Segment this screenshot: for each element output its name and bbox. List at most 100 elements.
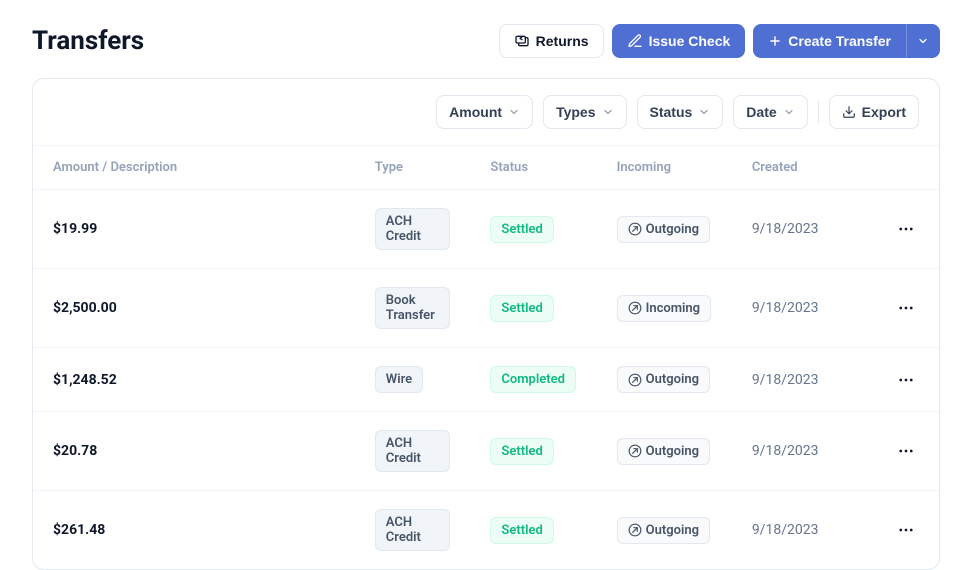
direction-badge: Incoming	[617, 295, 711, 322]
export-label: Export	[862, 104, 906, 120]
direction-badge: Outgoing	[617, 216, 710, 243]
table-row[interactable]: $1,248.52 Wire Completed Outgoing 9/18/2…	[33, 348, 939, 412]
cell-created: 9/18/2023	[732, 190, 873, 269]
col-header-type: Type	[355, 146, 471, 190]
direction-badge: Outgoing	[617, 517, 710, 544]
filter-amount-label: Amount	[449, 104, 502, 120]
table-row[interactable]: $2,500.00 Book Transfer Settled Incoming…	[33, 269, 939, 348]
cell-actions	[873, 190, 939, 269]
arrow-icon	[628, 222, 642, 236]
cell-status: Settled	[470, 190, 596, 269]
col-header-actions	[873, 146, 939, 190]
cell-status: Settled	[470, 412, 596, 491]
create-transfer-button[interactable]: Create Transfer	[753, 24, 906, 58]
create-transfer-group: Create Transfer	[753, 24, 940, 58]
chevron-down-icon	[783, 106, 795, 118]
direction-badge: Outgoing	[617, 438, 710, 465]
cell-direction: Incoming	[597, 269, 732, 348]
cell-actions	[873, 348, 939, 412]
create-transfer-label: Create Transfer	[788, 33, 891, 49]
more-button[interactable]	[893, 517, 919, 543]
page-header: Transfers Returns Issue Check	[32, 24, 940, 58]
cell-type: ACH Credit	[355, 190, 471, 269]
check-icon	[627, 33, 643, 49]
issue-check-label: Issue Check	[649, 33, 731, 49]
chevron-down-icon	[508, 106, 520, 118]
filter-types[interactable]: Types	[543, 95, 626, 129]
type-badge: Book Transfer	[375, 287, 451, 329]
export-button[interactable]: Export	[829, 95, 919, 129]
filter-status-label: Status	[650, 104, 693, 120]
table-row[interactable]: $261.48 ACH Credit Settled Outgoing 9/18…	[33, 491, 939, 570]
status-badge: Settled	[490, 438, 553, 465]
cell-status: Completed	[470, 348, 596, 412]
type-badge: ACH Credit	[375, 430, 451, 472]
toolbar-separator	[818, 100, 819, 124]
more-button[interactable]	[893, 216, 919, 242]
more-button[interactable]	[893, 295, 919, 321]
col-header-amount: Amount / Description	[33, 146, 355, 190]
cell-amount: $20.78	[33, 412, 355, 491]
arrow-icon	[628, 444, 642, 458]
filter-status[interactable]: Status	[637, 95, 724, 129]
more-horizontal-icon	[897, 299, 915, 317]
cell-created: 9/18/2023	[732, 491, 873, 570]
type-badge: ACH Credit	[375, 208, 451, 250]
cell-direction: Outgoing	[597, 412, 732, 491]
type-badge: Wire	[375, 366, 423, 393]
plus-icon	[768, 34, 782, 48]
filter-amount[interactable]: Amount	[436, 95, 533, 129]
more-horizontal-icon	[897, 220, 915, 238]
transfers-table: Amount / Description Type Status Incomin…	[33, 146, 939, 569]
more-horizontal-icon	[897, 371, 915, 389]
cell-amount: $19.99	[33, 190, 355, 269]
table-row[interactable]: $20.78 ACH Credit Settled Outgoing 9/18/…	[33, 412, 939, 491]
more-button[interactable]	[893, 367, 919, 393]
more-button[interactable]	[893, 438, 919, 464]
returns-button[interactable]: Returns	[499, 24, 604, 58]
filter-date[interactable]: Date	[733, 95, 807, 129]
filter-date-label: Date	[746, 104, 776, 120]
status-badge: Settled	[490, 517, 553, 544]
cell-amount: $261.48	[33, 491, 355, 570]
issue-check-button[interactable]: Issue Check	[612, 24, 746, 58]
cell-type: Wire	[355, 348, 471, 412]
cell-created: 9/18/2023	[732, 348, 873, 412]
returns-icon	[514, 33, 530, 49]
cell-direction: Outgoing	[597, 348, 732, 412]
status-badge: Completed	[490, 366, 576, 393]
col-header-status: Status	[470, 146, 596, 190]
transfers-panel: Amount Types Status Date	[32, 78, 940, 570]
arrow-icon	[628, 373, 642, 387]
col-header-incoming: Incoming	[597, 146, 732, 190]
cell-actions	[873, 491, 939, 570]
chevron-down-icon	[602, 106, 614, 118]
cell-type: ACH Credit	[355, 491, 471, 570]
download-icon	[842, 105, 856, 119]
returns-label: Returns	[536, 33, 589, 49]
arrow-icon	[628, 301, 642, 315]
header-actions: Returns Issue Check Create Transfer	[499, 24, 940, 58]
cell-type: ACH Credit	[355, 412, 471, 491]
cell-status: Settled	[470, 269, 596, 348]
cell-amount: $2,500.00	[33, 269, 355, 348]
more-horizontal-icon	[897, 442, 915, 460]
cell-amount: $1,248.52	[33, 348, 355, 412]
chevron-down-icon	[917, 35, 929, 47]
arrow-icon	[628, 523, 642, 537]
status-badge: Settled	[490, 216, 553, 243]
cell-direction: Outgoing	[597, 190, 732, 269]
direction-badge: Outgoing	[617, 366, 710, 393]
col-header-created: Created	[732, 146, 873, 190]
table-row[interactable]: $19.99 ACH Credit Settled Outgoing 9/18/…	[33, 190, 939, 269]
cell-created: 9/18/2023	[732, 412, 873, 491]
cell-type: Book Transfer	[355, 269, 471, 348]
filter-toolbar: Amount Types Status Date	[33, 79, 939, 146]
type-badge: ACH Credit	[375, 509, 451, 551]
status-badge: Settled	[490, 295, 553, 322]
cell-actions	[873, 269, 939, 348]
filter-types-label: Types	[556, 104, 595, 120]
create-transfer-dropdown[interactable]	[906, 24, 940, 58]
cell-direction: Outgoing	[597, 491, 732, 570]
cell-actions	[873, 412, 939, 491]
